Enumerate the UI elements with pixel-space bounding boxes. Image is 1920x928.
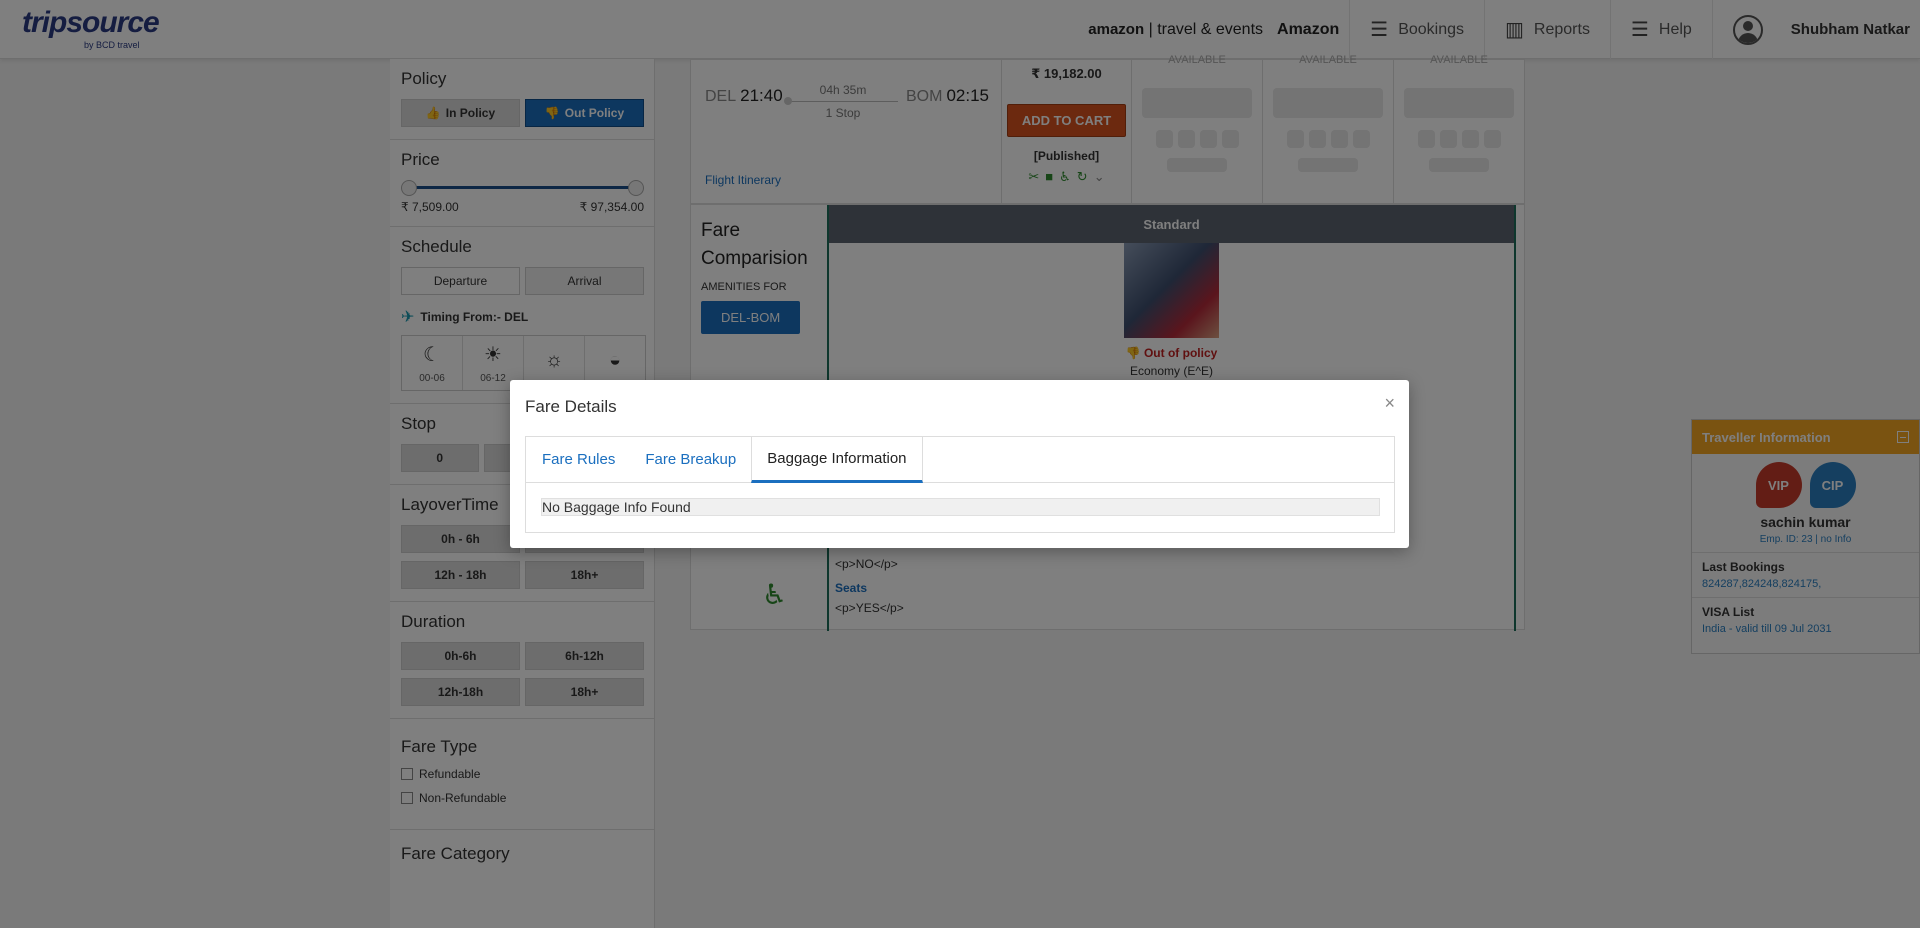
- modal-tabs-container: Fare Rules Fare Breakup Baggage Informat…: [525, 436, 1395, 533]
- tab-baggage-information[interactable]: Baggage Information: [751, 437, 923, 483]
- tab-fare-rules[interactable]: Fare Rules: [527, 437, 630, 482]
- modal-title: Fare Details: [525, 397, 617, 416]
- tab-fare-breakup[interactable]: Fare Breakup: [630, 437, 751, 482]
- fare-details-tabs: Fare Rules Fare Breakup Baggage Informat…: [526, 437, 1394, 483]
- close-icon[interactable]: ×: [1384, 393, 1395, 414]
- baggage-info-message: No Baggage Info Found: [541, 498, 1380, 516]
- fare-details-modal: Fare Details × Fare Rules Fare Breakup B…: [510, 380, 1409, 548]
